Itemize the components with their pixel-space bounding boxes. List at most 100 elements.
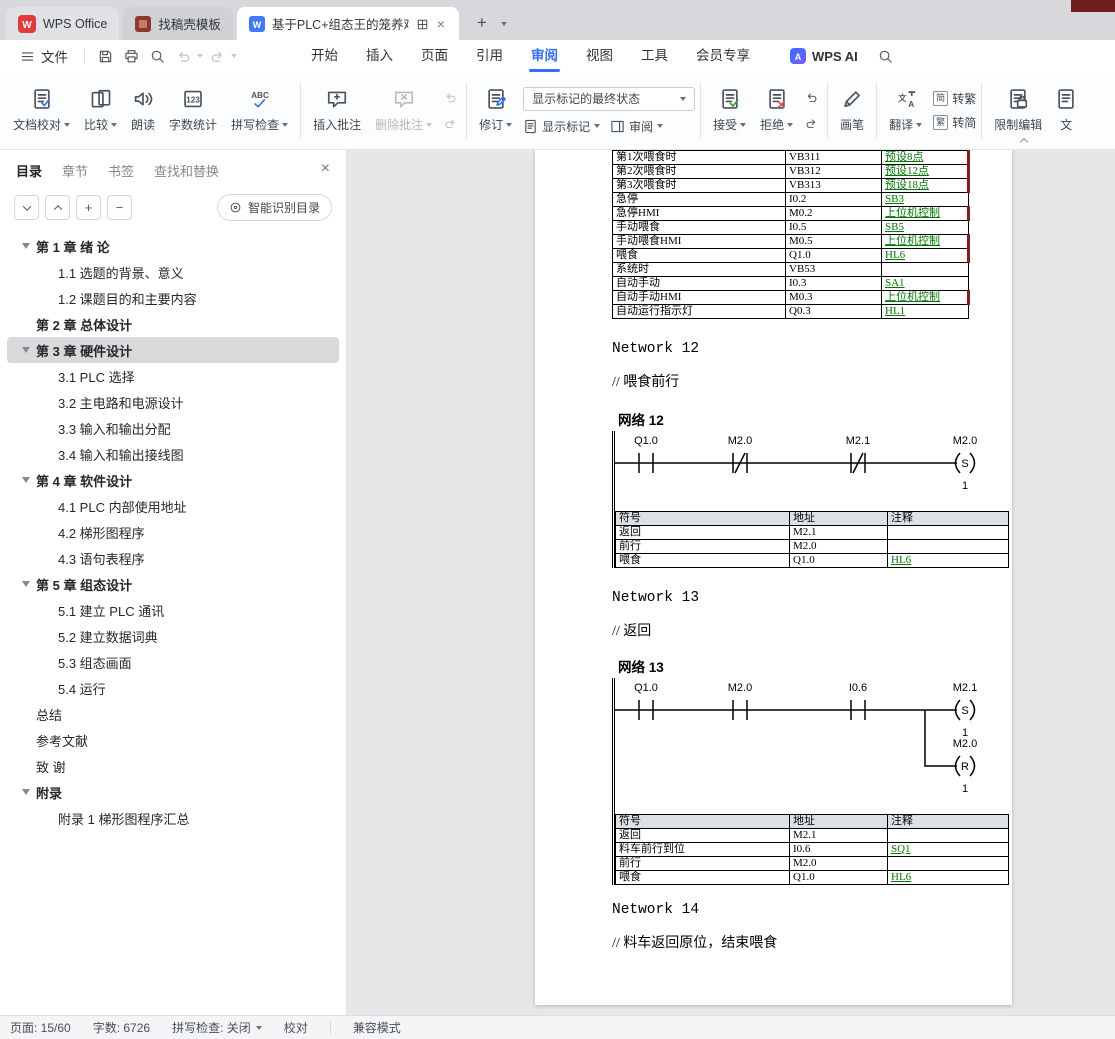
toc-item[interactable]: 3.4 输入和输出接线图	[7, 441, 339, 467]
template-tab[interactable]: 找稿壳模板	[123, 7, 233, 40]
coil-label: M2.0	[953, 435, 977, 447]
zoom-in-toc-button[interactable]: +	[76, 195, 101, 220]
proofread-button[interactable]: 文档校对	[6, 84, 77, 137]
redo-dropdown-icon[interactable]	[231, 54, 237, 58]
traditional-to-simplified-button[interactable]: 繁 转简	[933, 114, 976, 131]
spell-check-button[interactable]: ABC 拼写检查	[224, 84, 295, 137]
reviewing-pane-button[interactable]: 审阅	[610, 118, 664, 135]
restrict-editing-button[interactable]: 限制编辑	[987, 84, 1049, 137]
sidebar-tab[interactable]: 书签	[108, 161, 134, 180]
spellcheck-indicator[interactable]: 拼写检查: 关闭	[172, 1019, 262, 1036]
word-count-button[interactable]: 123 字数统计	[162, 84, 224, 137]
print-preview-button[interactable]	[145, 44, 169, 68]
collapse-all-button[interactable]	[14, 195, 39, 220]
reject-revision-button[interactable]: 拒绝	[753, 84, 800, 137]
toc-item[interactable]: 致 谢	[7, 753, 339, 779]
previous-revision-button[interactable]	[802, 89, 820, 107]
toc-item[interactable]: 5.3 组态画面	[7, 649, 339, 675]
toc-item-label: 致 谢	[36, 759, 66, 775]
expand-triangle-icon[interactable]	[22, 477, 30, 483]
sidebar-tab[interactable]: 目录	[16, 161, 42, 180]
menu-tab[interactable]: 会员专享	[682, 40, 764, 72]
toc-item[interactable]: 参考文献	[7, 727, 339, 753]
toc-item[interactable]: 4.1 PLC 内部使用地址	[7, 493, 339, 519]
toc-item[interactable]: 第 5 章 组态设计	[7, 571, 339, 597]
toc-item[interactable]: 3.1 PLC 选择	[7, 363, 339, 389]
toc-item[interactable]: 总结	[7, 701, 339, 727]
sidebar-tab[interactable]: 章节	[62, 161, 88, 180]
expand-triangle-icon[interactable]	[22, 347, 30, 353]
read-aloud-button[interactable]: 朗读	[124, 84, 162, 137]
search-icon	[878, 49, 893, 64]
save-button[interactable]	[93, 44, 117, 68]
menu-tab[interactable]: 引用	[462, 40, 517, 72]
toc-item[interactable]: 附录 1 梯形图程序汇总	[7, 805, 339, 831]
contact-label: M2.1	[846, 435, 870, 447]
dropdown-caret-icon	[111, 122, 118, 127]
sidebar-tab[interactable]: 查找和替换	[154, 161, 219, 180]
comment-cell: 上位机控制	[881, 206, 970, 221]
toc-item[interactable]: 4.2 梯形图程序	[7, 519, 339, 545]
compare-button[interactable]: 比较	[77, 84, 124, 137]
redo-button[interactable]	[205, 44, 229, 68]
undo-dropdown-icon[interactable]	[197, 54, 203, 58]
smart-toc-button[interactable]: 智能识别目录	[216, 194, 332, 221]
insert-comment-button[interactable]: 插入批注	[306, 84, 368, 137]
expand-all-button[interactable]	[45, 195, 70, 220]
show-markup-button[interactable]: 显示标记	[523, 118, 601, 135]
wps-ai-button[interactable]: A WPS AI	[790, 48, 858, 64]
menu-tab[interactable]: 页面	[407, 40, 462, 72]
clipped-ribbon-button[interactable]: 文	[1049, 84, 1083, 137]
toc-item[interactable]: 第 4 章 软件设计	[7, 467, 339, 493]
print-button[interactable]	[119, 44, 143, 68]
menu-tab[interactable]: 工具	[627, 40, 682, 72]
expand-triangle-icon[interactable]	[22, 581, 30, 587]
accept-revision-button[interactable]: 接受	[706, 84, 753, 137]
menu-tab[interactable]: 视图	[572, 40, 627, 72]
coil-operator: S	[961, 458, 968, 470]
delete-comment-button[interactable]: 删除批注	[368, 84, 439, 137]
toc-item[interactable]: 4.3 语句表程序	[7, 545, 339, 571]
toc-item[interactable]: 5.1 建立 PLC 通讯	[7, 597, 339, 623]
dropdown-caret-icon	[282, 122, 289, 127]
next-revision-button[interactable]	[802, 115, 820, 133]
tab-list-dropdown-icon[interactable]	[500, 22, 507, 26]
display-for-review-dropdown[interactable]: 显示标记的最终状态	[523, 86, 696, 111]
previous-comment-button[interactable]	[441, 89, 459, 107]
toc-item[interactable]: 第 3 章 硬件设计	[7, 337, 339, 363]
toc-item-label: 1.2 课题目的和主要内容	[58, 291, 197, 307]
toc-item[interactable]: 3.3 输入和输出分配	[7, 415, 339, 441]
undo-button[interactable]	[171, 44, 195, 68]
track-changes-button[interactable]: 修订	[472, 84, 519, 137]
file-menu-button[interactable]: 文件	[12, 46, 76, 66]
toc-item[interactable]: 1.2 课题目的和主要内容	[7, 285, 339, 311]
zoom-out-toc-button[interactable]: −	[107, 195, 132, 220]
toc-item[interactable]: 5.4 运行	[7, 675, 339, 701]
new-tab-button[interactable]: +	[469, 10, 495, 36]
expand-triangle-icon[interactable]	[22, 789, 30, 795]
translate-button[interactable]: 文A 翻译	[882, 84, 929, 137]
toc-item[interactable]: 1.1 选题的背景、意义	[7, 259, 339, 285]
toc-item[interactable]: 附录	[7, 779, 339, 805]
word-count-indicator[interactable]: 字数: 6726	[93, 1019, 150, 1036]
close-tab-icon[interactable]: ×	[435, 16, 447, 32]
toc-item[interactable]: 第 1 章 绪 论	[7, 233, 339, 259]
menu-tab[interactable]: 审阅	[517, 40, 572, 72]
expand-triangle-icon[interactable]	[22, 243, 30, 249]
proofing-indicator[interactable]: 校对	[284, 1019, 308, 1036]
next-comment-button[interactable]	[441, 115, 459, 133]
toc-item[interactable]: 3.2 主电路和电源设计	[7, 389, 339, 415]
close-sidebar-icon[interactable]: ×	[321, 160, 330, 178]
menu-tab[interactable]: 开始	[297, 40, 352, 72]
toc-item[interactable]: 第 2 章 总体设计	[7, 311, 339, 337]
wps-home-tab[interactable]: W WPS Office	[6, 7, 120, 40]
toc-item[interactable]: 5.2 建立数据词典	[7, 623, 339, 649]
comment-cell: 预设18点	[881, 178, 970, 193]
simplified-to-traditional-button[interactable]: 简 转繁	[933, 90, 976, 107]
document-page[interactable]: 第1次喂食时 VB311 预设8点 第2次喂食时 VB312 预设12点 第3次…	[535, 150, 1012, 1005]
highlight-pen-button[interactable]: 画笔	[833, 84, 871, 137]
menu-tab[interactable]: 插入	[352, 40, 407, 72]
search-button[interactable]	[874, 44, 898, 68]
document-tab[interactable]: W 基于PLC+组态王的笼养鸡养殖 ×	[236, 7, 459, 40]
page-indicator[interactable]: 页面: 15/60	[10, 1019, 71, 1036]
